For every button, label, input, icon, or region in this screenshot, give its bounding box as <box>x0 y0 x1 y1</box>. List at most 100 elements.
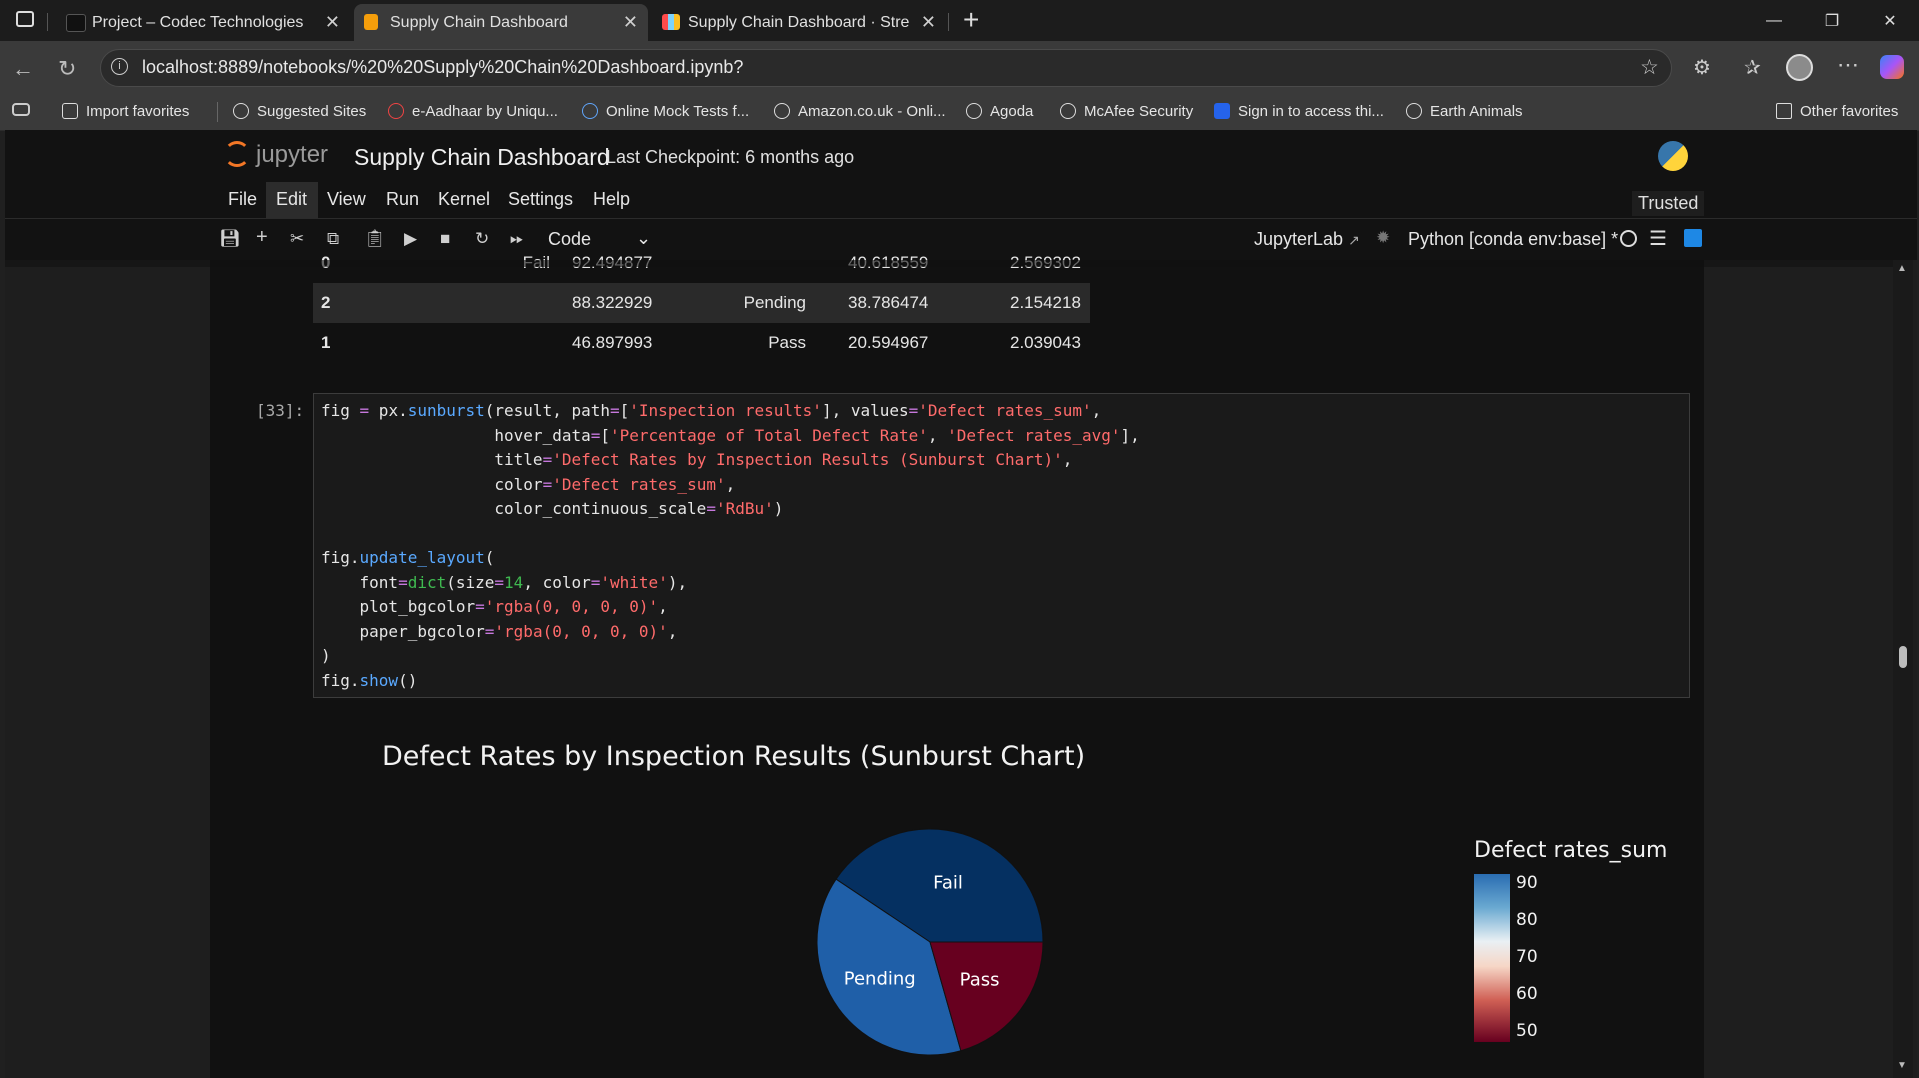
favorite-sign-in[interactable]: Sign in to access thi... <box>1214 100 1384 122</box>
code-line: paper_bgcolor='rgba(0, 0, 0, 0)', <box>321 622 678 641</box>
notebook-scrollbar[interactable]: ▲ ▼ <box>1893 260 1913 1078</box>
favorite-earth-animals[interactable]: Earth Animals <box>1406 100 1523 122</box>
url-text: localhost:8889/notebooks/%20%20Supply%20… <box>142 57 744 77</box>
notebook-title[interactable]: Supply Chain Dashboard <box>354 144 610 171</box>
code-line: fig.show() <box>321 671 418 690</box>
favorite-star-icon[interactable]: ☆ <box>1640 55 1659 80</box>
kernel-status-icon <box>1620 230 1637 247</box>
close-icon[interactable]: ✕ <box>325 12 340 33</box>
add-cell-icon[interactable]: + <box>256 226 268 249</box>
new-tab-icon[interactable]: + <box>963 4 979 36</box>
globe-icon <box>774 103 790 119</box>
jupyterlab-link[interactable]: JupyterLab ↗ <box>1254 229 1360 250</box>
tab-title: Supply Chain Dashboard · Stream <box>688 13 910 31</box>
property-inspector-icon[interactable] <box>1684 229 1702 247</box>
streamlit-icon <box>662 14 680 30</box>
code-line: title='Defect Rates by Inspection Result… <box>321 450 1073 469</box>
python-logo-icon <box>1658 141 1688 171</box>
jupyter-logo-text: jupyter <box>256 141 329 168</box>
tab-title: Project – Codec Technologies <box>92 13 304 31</box>
tab-title: Supply Chain Dashboard <box>390 13 568 31</box>
row-pct: 38.786474 <box>848 293 929 312</box>
save-icon[interactable]: 💾︎ <box>219 229 241 249</box>
debugger-icon[interactable]: ✹ <box>1376 228 1390 248</box>
profile-avatar[interactable] <box>1786 54 1813 81</box>
globe-icon <box>1060 103 1076 119</box>
menu-kernel[interactable]: Kernel <box>438 189 490 210</box>
row-index: 2 <box>321 293 331 312</box>
scroll-thumb[interactable] <box>1899 646 1907 668</box>
sunburst-label-fail: Fail <box>933 873 963 894</box>
code-line: ) <box>321 646 331 665</box>
row-result: Pending <box>743 293 806 312</box>
menu-lines-icon[interactable]: ☰ <box>1649 226 1667 251</box>
kernel-name[interactable]: Python [conda env:base] * <box>1408 229 1618 250</box>
favorite-suggested-sites[interactable]: Suggested Sites <box>233 100 366 122</box>
table-row: 1 Pass 46.897993 20.594967 2.039043 <box>313 323 1090 363</box>
checkpoint-status: Last Checkpoint: 6 months ago <box>606 147 855 167</box>
minimize-icon[interactable]: — <box>1745 0 1803 41</box>
scroll-up-icon[interactable]: ▲ <box>1897 263 1907 274</box>
browser-tab-supply-chain[interactable]: Supply Chain Dashboard ✕ <box>354 4 648 41</box>
favorite-mock-tests[interactable]: Online Mock Tests f... <box>582 100 749 122</box>
sunburst-chart[interactable]: Fail Pending Pass <box>800 820 1060 1078</box>
reload-icon[interactable]: ↻ <box>58 56 76 82</box>
scroll-down-icon[interactable]: ▼ <box>1897 1060 1907 1071</box>
favorite-import[interactable]: Import favorites <box>62 100 189 122</box>
external-link-icon: ↗ <box>1348 232 1360 248</box>
menu-help[interactable]: Help <box>593 189 630 210</box>
code-line: font=dict(size=14, color='white'), <box>321 573 688 592</box>
row-avg: 2.154218 <box>1010 293 1081 312</box>
window-close-icon[interactable]: ✕ <box>1861 0 1919 41</box>
favorite-e-aadhaar[interactable]: e-Aadhaar by Uniqu... <box>388 100 558 122</box>
colorbar-tick: 80 <box>1516 910 1538 930</box>
colorbar-tick: 50 <box>1516 1021 1538 1041</box>
favorite-amazon[interactable]: Amazon.co.uk - Onli... <box>774 100 946 122</box>
favorite-mcafee[interactable]: McAfee Security <box>1060 100 1193 122</box>
cut-icon[interactable]: ✂ <box>290 229 304 249</box>
folder-icon <box>1776 103 1792 119</box>
other-favorites[interactable]: Other favorites <box>1776 100 1898 122</box>
code-line: fig.update_layout( <box>321 548 495 567</box>
toolbar-shadow <box>5 260 1893 267</box>
copilot-icon[interactable] <box>1880 55 1904 79</box>
code-line: fig = px.sunburst(result, path=['Inspect… <box>321 401 1102 420</box>
favorite-agoda[interactable]: Agoda <box>966 100 1033 122</box>
collections-icon[interactable] <box>12 103 30 116</box>
cell-prompt: [33]: <box>256 401 305 420</box>
colorbar-tick: 90 <box>1516 873 1538 893</box>
site-info-icon[interactable]: i <box>111 58 128 75</box>
back-icon[interactable]: ← <box>12 56 34 82</box>
table-row: 2 Pending 88.322929 38.786474 2.154218 <box>313 283 1090 323</box>
globe-icon <box>1406 103 1422 119</box>
browser-tab-codec[interactable]: Project – Codec Technologies ✕ <box>56 4 350 41</box>
close-icon[interactable]: ✕ <box>623 12 638 33</box>
colorbar <box>1474 874 1510 1042</box>
colorbar-title: Defect rates_sum <box>1474 838 1668 863</box>
browser-tab-streamlit[interactable]: Supply Chain Dashboard · Stream ✕ <box>652 4 946 41</box>
row-sum: 88.322929 <box>572 293 653 312</box>
code-line: color_continuous_scale='RdBu') <box>321 499 784 518</box>
menu-file[interactable]: File <box>228 189 257 210</box>
favorites-icon[interactable]: ✰ <box>1744 55 1761 80</box>
codec-icon <box>66 14 86 32</box>
code-line: plot_bgcolor='rgba(0, 0, 0, 0)', <box>321 597 668 616</box>
row-pct: 20.594967 <box>848 333 929 352</box>
colorbar-tick: 60 <box>1516 984 1538 1004</box>
sunburst-label-pending: Pending <box>844 969 916 990</box>
jupyter-logo-icon[interactable] <box>224 141 250 167</box>
more-icon[interactable]: ⋯ <box>1837 52 1859 78</box>
colorbar-tick: 70 <box>1516 947 1538 967</box>
row-avg: 2.039043 <box>1010 333 1081 352</box>
restore-icon[interactable]: ❐ <box>1803 0 1861 41</box>
trusted-indicator[interactable]: Trusted <box>1632 191 1705 216</box>
extensions-icon[interactable]: ⚙ <box>1693 55 1711 80</box>
menu-view[interactable]: View <box>327 189 366 210</box>
jupyter-book-icon <box>364 14 378 30</box>
aadhaar-icon <box>388 103 404 119</box>
tab-actions-icon[interactable] <box>16 11 34 27</box>
close-icon[interactable]: ✕ <box>921 12 936 33</box>
menu-run[interactable]: Run <box>386 189 419 210</box>
menu-settings[interactable]: Settings <box>508 189 573 210</box>
menu-edit[interactable]: Edit <box>276 189 307 210</box>
